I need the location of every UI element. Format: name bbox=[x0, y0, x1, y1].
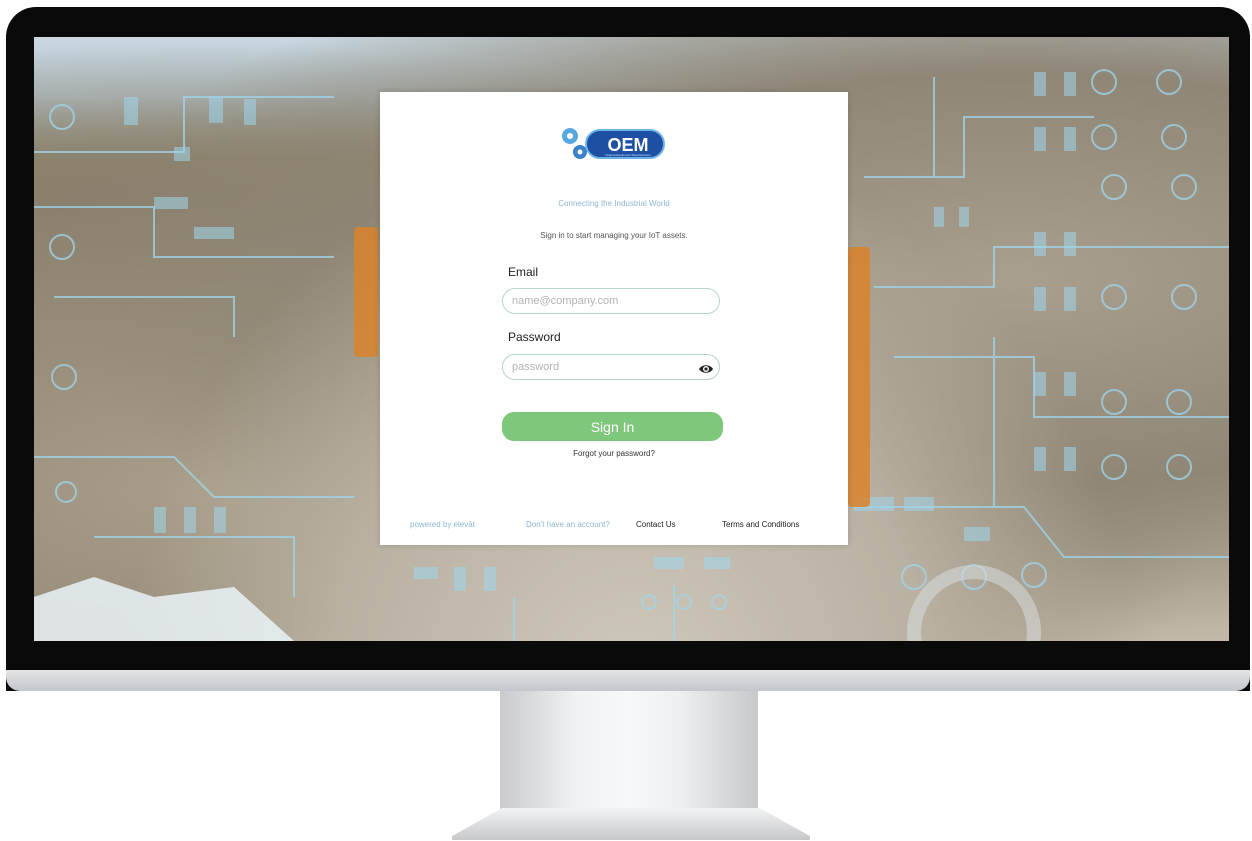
password-field[interactable] bbox=[502, 354, 720, 380]
email-field[interactable] bbox=[502, 288, 720, 314]
login-screen: OEM Original Equipment Manufacturers Con… bbox=[34, 37, 1229, 641]
svg-text:OEM: OEM bbox=[607, 135, 648, 155]
login-card: OEM Original Equipment Manufacturers Con… bbox=[380, 92, 848, 545]
forgot-password-link[interactable]: Forgot your password? bbox=[380, 449, 848, 458]
login-subtitle: Sign in to start managing your IoT asset… bbox=[540, 231, 688, 240]
powered-by-text: powered by elevāt bbox=[410, 520, 475, 529]
password-label: Password bbox=[508, 330, 561, 344]
tagline: Connecting the Industrial World bbox=[558, 199, 670, 208]
oem-logo: OEM Original Equipment Manufacturers bbox=[562, 128, 665, 159]
contact-us-link[interactable]: Contact Us bbox=[636, 520, 676, 529]
monitor-stand bbox=[500, 691, 758, 809]
terms-link[interactable]: Terms and Conditions bbox=[722, 520, 799, 529]
sign-in-button[interactable]: Sign In bbox=[502, 412, 723, 441]
monitor-chin bbox=[6, 670, 1250, 691]
svg-text:Original Equipment Manufacture: Original Equipment Manufacturers bbox=[605, 153, 651, 157]
monitor-stand-base bbox=[452, 808, 810, 840]
email-label: Email bbox=[508, 265, 539, 279]
eye-icon[interactable] bbox=[698, 361, 714, 377]
no-account-text: Don't have an account? bbox=[526, 520, 610, 529]
